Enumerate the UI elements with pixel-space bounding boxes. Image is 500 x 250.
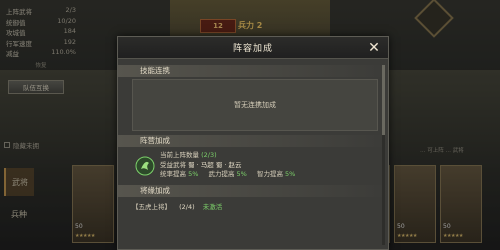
- shu-faction-icon: [134, 155, 156, 177]
- faction-bonus-details: 当前上阵数量 (2/3) 受益武将 蜀 · 马超 蜀 · 赵云 统率提高 5% …: [160, 149, 378, 178]
- beneficiary-line: 受益武将 蜀 · 马超 蜀 · 赵云: [160, 160, 242, 169]
- faction-bonus-panel: 当前上阵数量 (2/3) 受益武将 蜀 · 马超 蜀 · 赵云 统率提高 5% …: [132, 149, 378, 183]
- section-title-faction-bonus: 阵营加成: [118, 135, 390, 147]
- skill-link-panel: 暂无连携加成: [132, 79, 378, 131]
- section-title-fate-bonus: 将缘加成: [118, 185, 390, 197]
- dialog-header: 阵容加成 ✕: [118, 37, 388, 59]
- scrollbar-thumb[interactable]: [382, 65, 385, 135]
- dialog-scrollbar[interactable]: [382, 65, 385, 245]
- deploy-count-line: 当前上阵数量 (2/3): [160, 151, 217, 159]
- close-icon[interactable]: ✕: [366, 40, 382, 56]
- bonus-stats-line: 统率提高 5% 武力提高 5% 智力提高 5%: [160, 170, 296, 178]
- formation-bonus-dialog: 阵容加成 ✕ 技能连携 暂无连携加成 阵营加成 当前上阵数量 (2/3) 受益武…: [117, 36, 390, 250]
- section-title-skill-link: 技能连携: [118, 65, 390, 77]
- dialog-title: 阵容加成: [232, 44, 273, 54]
- fate-bonus-entry: 【五虎上将】 (2/4) 未激活: [132, 203, 223, 211]
- empty-state-text: 暂无连携加成: [234, 101, 276, 109]
